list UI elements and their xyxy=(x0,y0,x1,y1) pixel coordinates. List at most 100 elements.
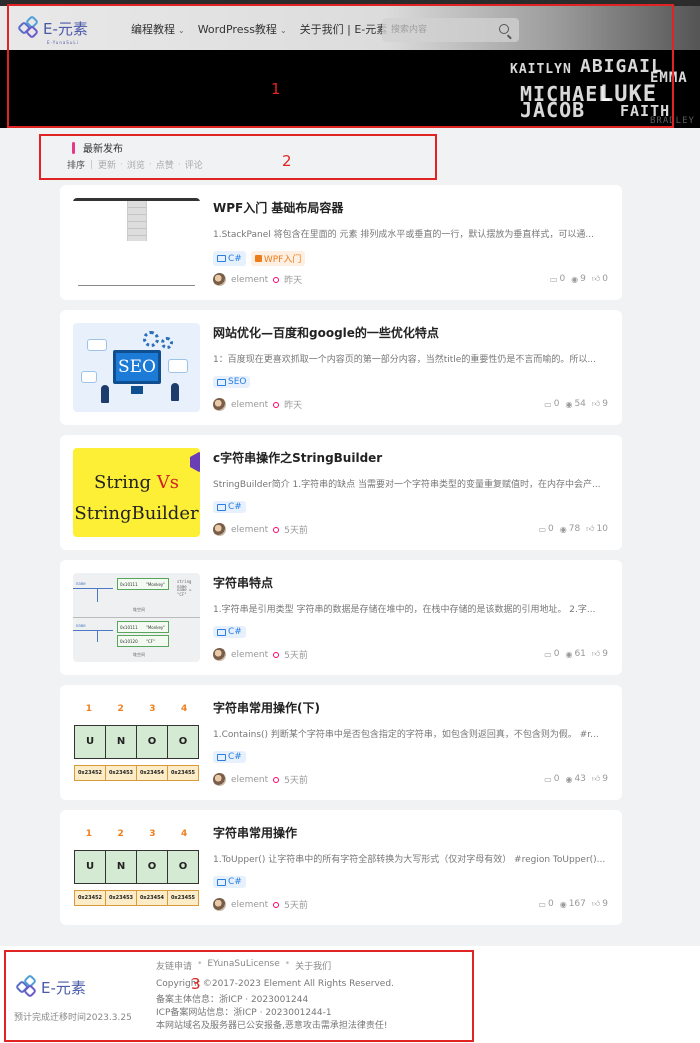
avatar[interactable] xyxy=(213,523,226,536)
tag-csharp[interactable]: C# xyxy=(213,751,246,763)
comment-count: ▭ 0 xyxy=(549,274,566,284)
post-excerpt: StringBuilder简介 1.字符串的缺点 当需要对一个字符串类型的变量重… xyxy=(213,480,601,490)
post-tags: C# xyxy=(213,626,251,638)
like-count[interactable]: 👍︎ 9 xyxy=(592,399,608,409)
dot-icon xyxy=(273,276,280,283)
eye-icon: ◉ xyxy=(565,649,573,659)
post-excerpt: 1.Contains() 判断某个字符串中是否包含指定的字符串，如包含则返回真，… xyxy=(213,730,599,740)
folder-icon xyxy=(217,255,226,262)
post-title[interactable]: 网站优化—百度和google的一些优化特点 xyxy=(213,324,439,341)
post-thumbnail[interactable]: String Vs StringBuilder xyxy=(73,448,200,537)
post-card[interactable]: 1234 UNOO 0x23452 0x23453 0x23454 0x23455 字… xyxy=(60,810,622,925)
post-meta: element 5天前 xyxy=(213,773,308,786)
comment-icon: ▭ xyxy=(544,399,552,409)
post-time: 5天前 xyxy=(284,651,308,661)
post-card[interactable]: WPF入门 基础布局容器 1.StackPanel 将包含在里面的 元素 排列成… xyxy=(60,185,622,300)
sort-tab-likes[interactable]: 点赞 xyxy=(156,158,174,171)
post-thumbnail[interactable]: name 0x10111 "Monkey" string name name = … xyxy=(73,573,200,662)
post-author[interactable]: element xyxy=(231,400,268,410)
tag-seo[interactable]: SEO xyxy=(213,376,251,388)
tag-csharp[interactable]: C# xyxy=(213,251,246,266)
comment-count: ▭ 0 xyxy=(544,649,560,659)
folder-icon xyxy=(217,378,226,386)
post-author[interactable]: element xyxy=(231,900,268,910)
like-count[interactable]: 👍︎ 9 xyxy=(592,649,608,659)
post-tags: C# xyxy=(213,501,251,513)
post-meta: element 昨天 xyxy=(213,398,302,411)
post-title[interactable]: 字符串特点 xyxy=(213,574,273,591)
thumbs-up-icon: 👍︎ xyxy=(586,524,595,533)
annotation-box-3 xyxy=(4,950,474,1042)
seo-monitor-illustration: SEO xyxy=(113,350,161,384)
avatar[interactable] xyxy=(213,648,226,661)
post-meta: element 5天前 xyxy=(213,523,308,536)
view-count: ◉ 78 xyxy=(559,524,581,534)
thumbs-up-icon: 👍︎ xyxy=(591,899,601,908)
comment-icon: ▭ xyxy=(544,774,552,784)
tag-csharp[interactable]: C# xyxy=(213,501,246,513)
post-author[interactable]: element xyxy=(231,275,268,285)
comment-count: ▭ 0 xyxy=(544,399,560,409)
post-time: 昨天 xyxy=(284,401,303,411)
comment-icon: ▭ xyxy=(544,649,552,659)
post-tags: C# WPF入门 xyxy=(213,251,310,266)
post-thumbnail[interactable]: SEO xyxy=(73,323,200,412)
post-title[interactable]: 字符串常用操作(下) xyxy=(213,699,320,716)
post-author[interactable]: element xyxy=(231,775,268,785)
comment-count: ▭ 0 xyxy=(538,899,554,909)
sort-tab-comments[interactable]: 评论 xyxy=(185,158,203,171)
annotation-number-3: 3 xyxy=(191,975,201,993)
section-title-text: 最新发布 xyxy=(83,144,123,155)
eye-icon: ◉ xyxy=(559,899,567,909)
sort-tab-views[interactable]: 浏览 xyxy=(127,158,145,171)
like-count[interactable]: 👍︎ 9 xyxy=(592,899,608,909)
post-card[interactable]: name 0x10111 "Monkey" string name name = … xyxy=(60,560,622,675)
post-card[interactable]: String Vs StringBuilder c字符串操作之StringBui… xyxy=(60,435,622,550)
tag-wpf[interactable]: WPF入门 xyxy=(250,251,306,266)
post-stats: ▭ 0 ◉ 9 👍︎ 0 xyxy=(544,274,608,284)
sort-tab-updated[interactable]: 更新 xyxy=(98,158,116,171)
post-card[interactable]: 1234 UNOO 0x23452 0x23453 0x23454 0x23455 字… xyxy=(60,685,622,800)
avatar[interactable] xyxy=(213,398,226,411)
comment-count: ▭ 0 xyxy=(544,774,560,784)
post-title[interactable]: WPF入门 基础布局容器 xyxy=(213,199,343,216)
tag-csharp[interactable]: C# xyxy=(213,876,246,888)
eye-icon: ◉ xyxy=(571,274,579,284)
post-stats: ▭ 0 ◉ 61 👍︎ 9 xyxy=(538,649,608,659)
comment-icon: ▭ xyxy=(549,274,558,284)
view-count: ◉ 43 xyxy=(565,774,586,784)
avatar[interactable] xyxy=(213,273,226,286)
post-thumbnail[interactable] xyxy=(73,198,200,287)
view-count: ◉ 54 xyxy=(565,399,586,409)
post-excerpt: 1：百度现在更喜欢抓取一个内容页的第一部分内容，当然title的重要性仍是不言而… xyxy=(213,355,596,365)
view-count: ◉ 167 xyxy=(559,899,586,909)
annotation-number-2: 2 xyxy=(282,152,292,170)
like-count[interactable]: 👍︎ 10 xyxy=(586,524,608,534)
eye-icon: ◉ xyxy=(565,774,573,784)
eye-icon: ◉ xyxy=(559,524,567,534)
avatar[interactable] xyxy=(213,773,226,786)
post-card[interactable]: SEO 网站优化—百度和google的一些优化特点 1：百度现在更喜欢抓取一个内… xyxy=(60,310,622,425)
thumbs-up-icon: 👍︎ xyxy=(591,274,601,283)
thumbs-up-icon: 👍︎ xyxy=(591,649,601,658)
like-count[interactable]: 👍︎ 9 xyxy=(592,774,608,784)
post-excerpt: 1.字符串是引用类型 字符串的数据是存储在堆中的，在栈中存储的是该数据的引用地址… xyxy=(213,605,596,615)
annotation-number-1: 1 xyxy=(271,80,281,98)
post-title[interactable]: 字符串常用操作 xyxy=(213,824,297,841)
post-author[interactable]: element xyxy=(231,525,268,535)
post-meta: element 5天前 xyxy=(213,898,308,911)
post-thumbnail[interactable]: 1234 UNOO 0x23452 0x23453 0x23454 0x23455 xyxy=(73,823,200,912)
cube-icon xyxy=(254,255,262,262)
post-author[interactable]: element xyxy=(231,650,268,660)
post-stats: ▭ 0 ◉ 167 👍︎ 9 xyxy=(532,899,608,909)
eye-icon: ◉ xyxy=(565,399,573,409)
folder-icon xyxy=(217,753,226,761)
post-title[interactable]: c字符串操作之StringBuilder xyxy=(213,449,382,466)
post-tags: C# xyxy=(213,876,251,888)
like-count[interactable]: 👍︎ 0 xyxy=(592,274,608,284)
post-time: 5天前 xyxy=(284,526,308,536)
avatar[interactable] xyxy=(213,898,226,911)
comment-icon: ▭ xyxy=(538,899,546,909)
post-thumbnail[interactable]: 1234 UNOO 0x23452 0x23453 0x23454 0x23455 xyxy=(73,698,200,787)
tag-csharp[interactable]: C# xyxy=(213,626,246,638)
